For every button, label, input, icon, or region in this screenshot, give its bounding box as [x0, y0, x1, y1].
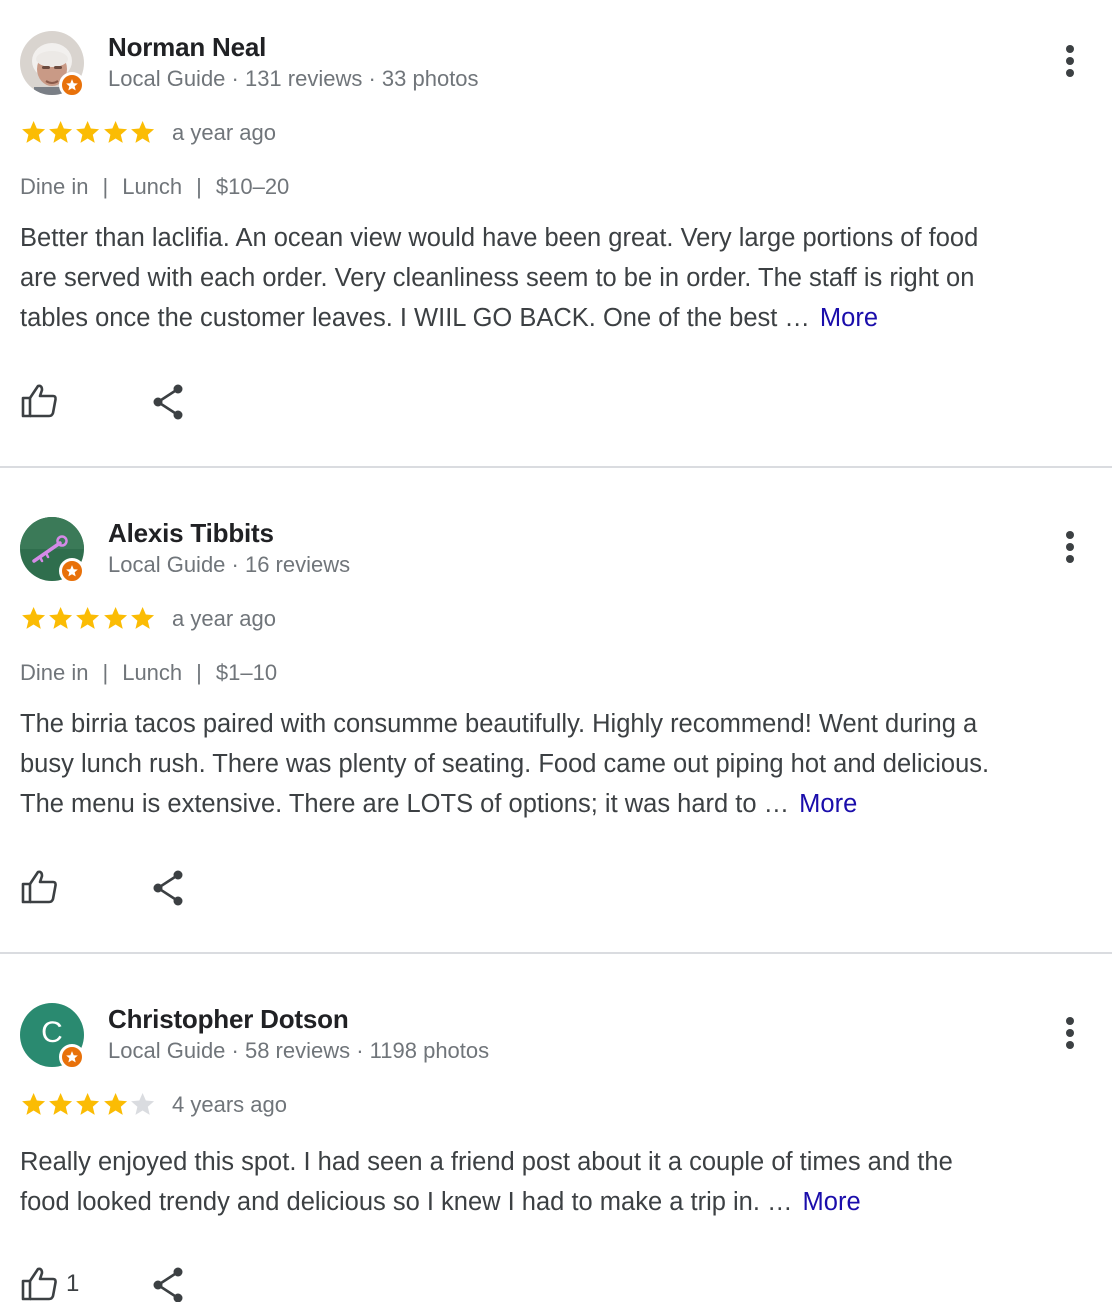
star-filled-icon	[76, 1092, 100, 1115]
thumbs-up-icon	[21, 384, 57, 418]
tag-separator: |	[102, 660, 109, 685]
review-text-line: Really enjoyed this spot. I had seen a f…	[20, 1148, 953, 1176]
more-options-icon[interactable]	[1056, 1011, 1084, 1055]
tag-dine-in: Dine in	[20, 174, 89, 199]
star-filled-icon	[22, 1092, 46, 1115]
review-text-line-last: food looked trendy and delicious so I kn…	[20, 1182, 1100, 1222]
local-guide-badge-icon	[59, 558, 85, 584]
review-text-line: Better than laclifia. An ocean view woul…	[20, 224, 979, 252]
star-filled-icon	[22, 120, 46, 143]
reviewer-name[interactable]: Alexis Tibbits	[108, 517, 274, 549]
reviewer-meta: Local Guide · 58 reviews · 1198 photos	[108, 1038, 490, 1063]
share-icon	[153, 384, 183, 420]
review-text: Really enjoyed this spot. I had seen a f…	[20, 1142, 1100, 1222]
tag-separator: |	[196, 174, 202, 199]
review-text: Better than laclifia. An ocean view woul…	[20, 218, 1100, 338]
star-empty-icon	[130, 1092, 154, 1115]
share-icon	[153, 870, 183, 906]
star-filled-icon	[76, 606, 100, 629]
local-guide-badge-icon	[59, 72, 85, 98]
review-text-line: The menu is extensive. There are LOTS of…	[20, 790, 790, 818]
tag-price: $10–20	[215, 174, 290, 199]
review-actions	[20, 869, 183, 906]
star-filled-icon	[76, 120, 100, 143]
more-link[interactable]: More	[799, 790, 857, 818]
star-filled-icon	[49, 1092, 73, 1115]
tag-meal: Lunch	[122, 174, 183, 199]
like-button[interactable]: 1	[20, 1266, 79, 1302]
more-link[interactable]: More	[820, 304, 878, 332]
local-guide-badge-icon	[59, 1044, 85, 1070]
review-date: a year ago	[172, 606, 276, 631]
reviewer-name[interactable]: Christopher Dotson	[108, 1003, 349, 1035]
review-text: The birria tacos paired with consumme be…	[20, 704, 1100, 824]
reviewer-meta: Local Guide · 131 reviews · 33 photos	[108, 66, 479, 91]
review-text-line-last: The menu is extensive. There are LOTS of…	[20, 784, 1100, 824]
review-text-line: tables once the customer leaves. I WIIL …	[20, 304, 810, 332]
review-tags: Dine in | Lunch | $1–10	[20, 659, 277, 687]
review-text-line: food looked trendy and delicious so I kn…	[20, 1188, 793, 1216]
share-button[interactable]	[150, 383, 186, 426]
like-button[interactable]	[20, 383, 66, 419]
review-divider	[0, 466, 1112, 468]
review-text-line: The birria tacos paired with consumme be…	[20, 710, 978, 738]
tag-dine-in: Dine in	[20, 660, 89, 685]
tag-separator: |	[196, 660, 202, 685]
review-date: a year ago	[172, 120, 276, 145]
tag-separator: |	[102, 174, 109, 199]
share-button[interactable]	[150, 1266, 186, 1302]
review-actions: 1	[20, 1266, 183, 1302]
thumbs-up-icon	[21, 1267, 57, 1301]
more-options-icon[interactable]	[1056, 39, 1084, 83]
star-filled-icon	[22, 606, 46, 629]
review-text-line: are served with each order. Very cleanli…	[20, 264, 975, 292]
like-count: 1	[66, 1270, 80, 1297]
review-divider	[0, 952, 1112, 954]
more-options-icon[interactable]	[1056, 525, 1084, 569]
review-actions	[20, 383, 183, 420]
thumbs-up-icon	[21, 870, 57, 904]
review-text-line-last: tables once the customer leaves. I WIIL …	[20, 298, 1100, 338]
reviewer-meta: Local Guide · 16 reviews	[108, 552, 351, 577]
share-icon	[153, 1267, 183, 1302]
star-filled-icon	[49, 120, 73, 143]
share-button[interactable]	[150, 869, 186, 912]
star-filled-icon	[130, 606, 154, 629]
like-button[interactable]	[20, 869, 66, 905]
star-rating	[20, 605, 156, 631]
star-filled-icon	[103, 606, 127, 629]
tag-meal: Lunch	[122, 660, 183, 685]
star-filled-icon	[49, 606, 73, 629]
tag-price: $1–10	[215, 660, 278, 685]
more-link[interactable]: More	[803, 1188, 861, 1216]
review-tags: Dine in | Lunch | $10–20	[20, 173, 289, 201]
review-date: 4 years ago	[172, 1092, 287, 1117]
star-filled-icon	[103, 120, 127, 143]
star-rating	[20, 1091, 156, 1117]
star-filled-icon	[130, 120, 154, 143]
review-text-line: busy lunch rush. There was plenty of sea…	[20, 750, 990, 778]
star-filled-icon	[103, 1092, 127, 1115]
star-rating	[20, 119, 156, 145]
reviewer-name[interactable]: Norman Neal	[108, 31, 266, 63]
